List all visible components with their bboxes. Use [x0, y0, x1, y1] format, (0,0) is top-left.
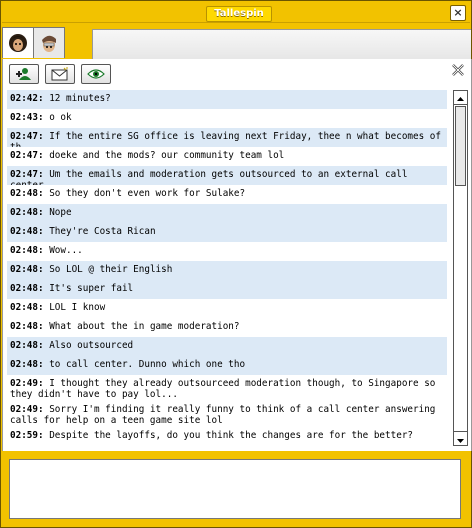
chat-message: 02:43: o ok — [7, 109, 447, 128]
message-timestamp: 02:59: — [10, 430, 44, 441]
message-text: to call center. Dunno which one tho — [43, 359, 246, 370]
message-timestamp: 02:49: — [10, 378, 44, 389]
message-timestamp: 02:47: — [10, 131, 44, 142]
message-text: They're Costa Rican — [43, 226, 156, 237]
message-text: LOL I know — [43, 302, 106, 313]
message-text: Wow... — [43, 245, 83, 256]
window-close-button[interactable]: × — [450, 5, 466, 21]
message-timestamp: 02:48: — [10, 226, 44, 237]
message-text: Also outsourced — [43, 340, 134, 351]
message-text: So LOL @ their English — [43, 264, 173, 275]
chat-message: 02:47: If the entire SG office is leavin… — [7, 128, 447, 147]
window-title: Tallespin — [206, 6, 272, 22]
scroll-down-button[interactable] — [454, 431, 467, 445]
arrow-down-icon — [457, 439, 464, 443]
message-timestamp: 02:48: — [10, 283, 44, 294]
chat-message: 02:48: LOL I know — [7, 299, 447, 318]
chat-message: 02:48: So LOL @ their English — [7, 261, 447, 280]
message-timestamp: 02:48: — [10, 321, 44, 332]
chat-message: 02:48: Wow... — [7, 242, 447, 261]
message-text: Um the emails and moderation gets outsou… — [10, 169, 408, 185]
message-text: So they don't even work for Sulake? — [43, 188, 246, 199]
message-timestamp: 02:48: — [10, 264, 44, 275]
chat-message: 02:48: Nope — [7, 204, 447, 223]
tab-friend-2[interactable] — [33, 27, 65, 58]
chat-message: 02:48: So they don't even work for Sulak… — [7, 185, 447, 204]
message-timestamp: 02:43: — [10, 112, 44, 123]
scroll-up-button[interactable] — [454, 91, 467, 105]
message-timestamp: 02:48: — [10, 207, 44, 218]
friend-avatar-icon — [9, 34, 27, 52]
scroll-thumb[interactable] — [455, 106, 466, 186]
chat-message: 02:48: It's super fail — [7, 280, 447, 299]
chat-message: 02:47: doeke and the mods? our community… — [7, 147, 447, 166]
message-timestamp: 02:42: — [10, 93, 44, 104]
chat-message: 02:49: I thought they already outsourcee… — [7, 375, 447, 401]
message-text: I thought they already outsourceed moder… — [10, 378, 442, 400]
message-text: What about the in game moderation? — [43, 321, 240, 332]
mail-icon — [51, 67, 68, 81]
message-text: o ok — [43, 112, 72, 123]
friend-avatar-icon — [42, 35, 56, 52]
chat-window: Tallespin × 02:42: 12 minutes? 02:43: o … — [0, 0, 472, 528]
chat-message: 02:48: They're Costa Rican — [7, 223, 447, 242]
message-list: 02:42: 12 minutes? 02:43: o ok 02:47: If t… — [7, 90, 447, 448]
chat-panel: 02:42: 12 minutes? 02:43: o ok 02:47: If t… — [2, 59, 472, 451]
eye-icon — [87, 69, 105, 79]
tabstrip-background — [92, 29, 471, 60]
message-timestamp: 02:48: — [10, 359, 44, 370]
chat-message: 02:47: Um the emails and moderation gets… — [7, 166, 447, 185]
title-bar[interactable]: Tallespin × — [2, 2, 470, 23]
chat-input-field[interactable] — [9, 459, 461, 519]
add-friend-button[interactable] — [9, 64, 39, 84]
message-text: 12 minutes? — [43, 93, 111, 104]
chat-message: 02:49: Sorry I'm finding it really funny… — [7, 401, 447, 427]
view-profile-button[interactable] — [81, 64, 111, 84]
chat-message: 02:59: Despite the layoffs, do you think… — [7, 427, 447, 446]
message-text: Nope — [43, 207, 72, 218]
arrow-up-icon — [457, 97, 464, 101]
tab-friend-1[interactable] — [2, 27, 34, 58]
conversation-tabs — [2, 23, 471, 60]
message-text: Sorry I'm finding it really funny to thi… — [10, 404, 442, 426]
message-timestamp: 02:48: — [10, 340, 44, 351]
close-conversation-icon[interactable] — [451, 63, 465, 77]
input-area — [2, 451, 470, 527]
message-scrollbar[interactable] — [453, 90, 468, 446]
add-friend-icon — [16, 68, 31, 80]
message-timestamp: 02:48: — [10, 245, 44, 256]
message-text: If the entire SG office is leaving next … — [10, 131, 441, 147]
message-timestamp: 02:47: — [10, 150, 44, 161]
message-timestamp: 02:48: — [10, 302, 44, 313]
message-text: Despite the layoffs, do you think the ch… — [43, 430, 414, 441]
chat-message: 02:48: Also outsourced — [7, 337, 447, 356]
chat-message: 02:48: to call center. Dunno which one t… — [7, 356, 447, 375]
message-timestamp: 02:49: — [10, 404, 44, 415]
mail-button[interactable] — [45, 64, 75, 84]
message-timestamp: 02:47: — [10, 169, 44, 180]
message-timestamp: 02:48: — [10, 188, 44, 199]
message-text: doeke and the mods? our community team l… — [43, 150, 285, 161]
chat-message: 02:42: 12 minutes? — [7, 90, 447, 109]
message-text: It's super fail — [43, 283, 134, 294]
chat-message: 02:48: What about the in game moderation… — [7, 318, 447, 337]
